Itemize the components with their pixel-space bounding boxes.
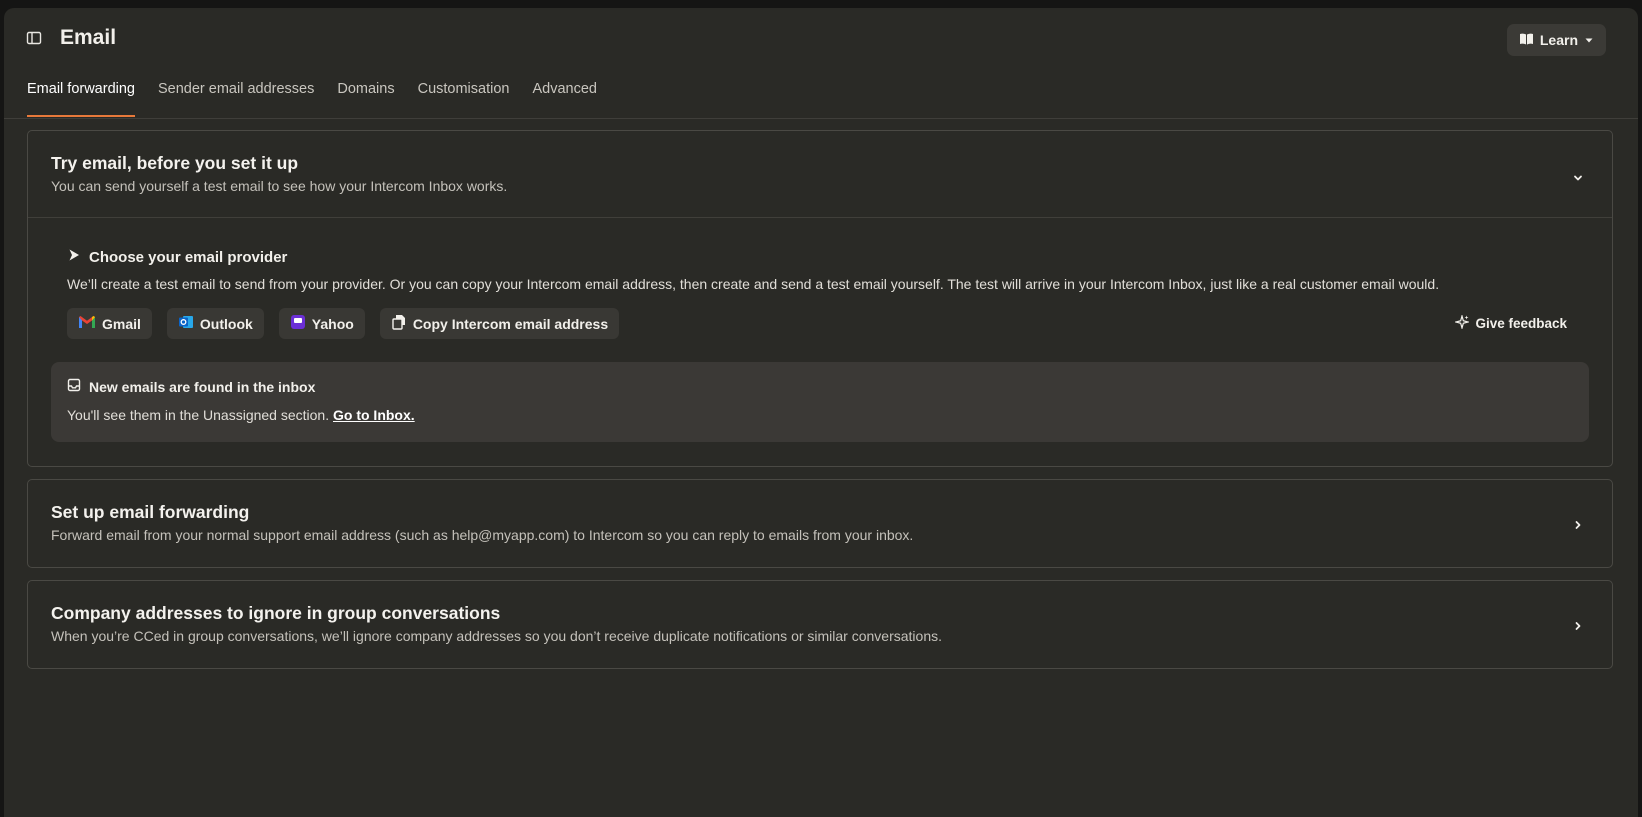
- tab-email-forwarding[interactable]: Email forwarding: [27, 76, 135, 117]
- sidebar-toggle-icon[interactable]: [26, 30, 42, 46]
- ignore-addresses-description: When you’re CCed in group conversations,…: [51, 628, 943, 644]
- outlook-icon: [178, 314, 194, 333]
- notice-body: You'll see them in the Unassigned sectio…: [67, 407, 330, 423]
- email-forwarding-title: Set up email forwarding: [51, 502, 250, 522]
- notice-text: You'll see them in the Unassigned sectio…: [67, 407, 1573, 423]
- go-to-inbox-link[interactable]: Go to Inbox.: [333, 407, 415, 423]
- copy-icon: [391, 314, 407, 333]
- gmail-icon: [78, 315, 96, 332]
- try-email-title: Try email, before you set it up: [51, 153, 299, 173]
- email-forwarding-description: Forward email from your normal support e…: [51, 527, 914, 543]
- notice-heading: New emails are found in the inbox: [67, 378, 1573, 395]
- play-arrow-icon: [67, 248, 81, 266]
- try-email-body: Choose your email provider We’ll create …: [28, 218, 1612, 466]
- yahoo-icon: [290, 314, 306, 333]
- provider-description: We’ll create a test email to send from y…: [67, 276, 1440, 292]
- provider-heading: Choose your email provider: [67, 248, 1589, 266]
- page-header: Email Learn: [4, 8, 1638, 68]
- outlook-label: Outlook: [199, 315, 253, 332]
- yahoo-label: Yahoo: [311, 315, 354, 332]
- gmail-button[interactable]: Gmail: [67, 308, 152, 339]
- provider-button-row: Gmail Outlook Yahoo Copy Intercom email …: [67, 308, 1589, 339]
- chevron-right-icon[interactable]: [1572, 518, 1584, 530]
- give-feedback-label: Give feedback: [1475, 316, 1567, 331]
- yahoo-button[interactable]: Yahoo: [278, 308, 365, 339]
- give-feedback-button[interactable]: Give feedback: [1454, 308, 1567, 339]
- try-email-card: Try email, before you set it up You can …: [27, 130, 1613, 467]
- try-email-description: You can send yourself a test email to se…: [51, 178, 508, 194]
- copy-email-label: Copy Intercom email address: [412, 315, 609, 332]
- ignore-addresses-card[interactable]: Company addresses to ignore in group con…: [27, 580, 1613, 669]
- copy-email-button[interactable]: Copy Intercom email address: [379, 308, 620, 339]
- tab-domains[interactable]: Domains: [337, 76, 394, 117]
- outlook-button[interactable]: Outlook: [166, 308, 264, 339]
- learn-label: Learn: [1539, 32, 1578, 48]
- notice-title: New emails are found in the inbox: [89, 378, 316, 395]
- book-icon: [1519, 32, 1534, 49]
- tab-advanced[interactable]: Advanced: [532, 76, 597, 117]
- learn-button[interactable]: Learn: [1506, 24, 1606, 56]
- sparkle-icon: [1454, 313, 1471, 332]
- email-settings-page: Email Learn Email forwarding Sender emai…: [4, 8, 1638, 817]
- page-title: Email: [60, 26, 117, 49]
- tab-bar: Email forwarding Sender email addresses …: [4, 76, 1638, 119]
- chevron-right-icon[interactable]: [1572, 619, 1584, 631]
- main-content: Try email, before you set it up You can …: [27, 130, 1613, 681]
- ignore-addresses-header[interactable]: Company addresses to ignore in group con…: [28, 581, 1612, 668]
- ignore-addresses-title: Company addresses to ignore in group con…: [51, 603, 501, 623]
- chevron-down-icon[interactable]: [1572, 171, 1584, 183]
- provider-title: Choose your email provider: [89, 248, 288, 266]
- inbox-notice: New emails are found in the inbox You'll…: [51, 362, 1589, 442]
- email-forwarding-header[interactable]: Set up email forwarding Forward email fr…: [28, 480, 1612, 567]
- tab-sender-email-addresses[interactable]: Sender email addresses: [158, 76, 314, 117]
- inbox-icon: [67, 378, 81, 395]
- try-email-header[interactable]: Try email, before you set it up You can …: [28, 131, 1612, 218]
- caret-down-icon: [1584, 32, 1594, 48]
- tab-customisation[interactable]: Customisation: [418, 76, 510, 117]
- email-forwarding-card[interactable]: Set up email forwarding Forward email fr…: [27, 479, 1613, 568]
- gmail-label: Gmail: [102, 315, 141, 332]
